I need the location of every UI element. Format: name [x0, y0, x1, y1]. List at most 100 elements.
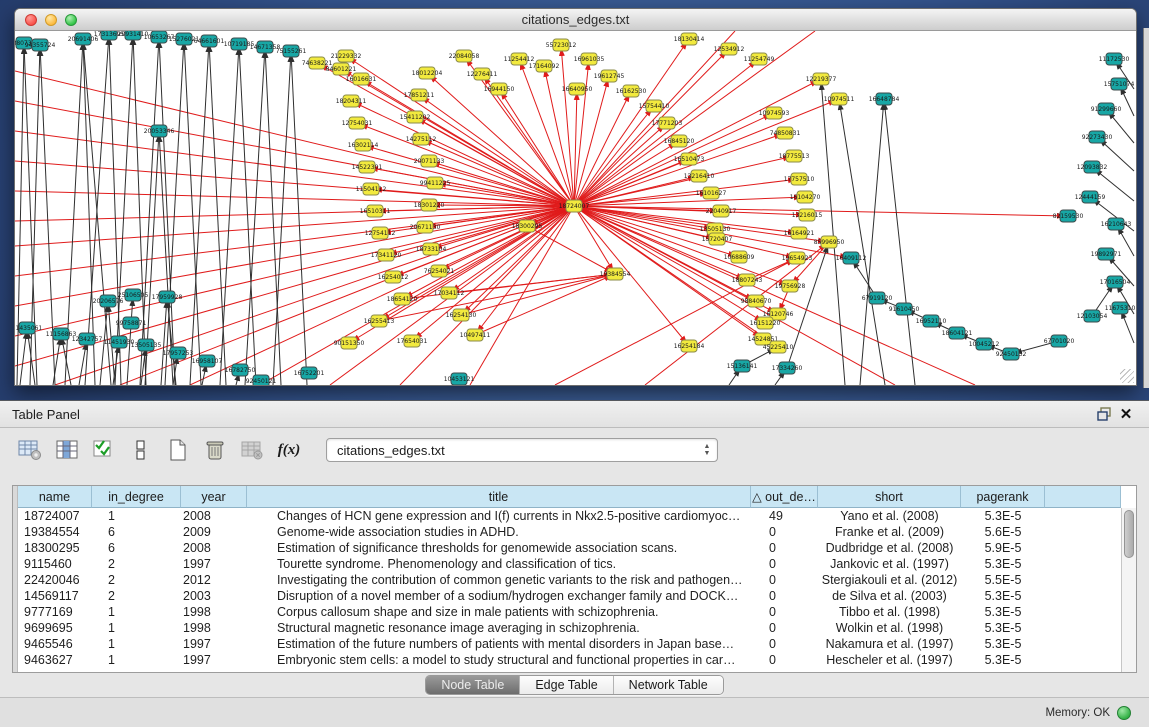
select-rows-icon[interactable] — [90, 436, 118, 464]
edge-red[interactable] — [574, 206, 895, 385]
graph-node[interactable]: 16164921 — [784, 227, 815, 239]
scrollbar-thumb[interactable] — [1124, 510, 1134, 558]
graph-node[interactable]: 17771203 — [652, 117, 683, 129]
graph-node[interactable]: 15751074 — [1104, 78, 1135, 90]
graph-node[interactable]: 20071133 — [414, 155, 445, 167]
show-columns-icon[interactable] — [53, 436, 81, 464]
edge-red[interactable] — [461, 274, 615, 315]
float-window-icon[interactable] — [1093, 405, 1115, 423]
table-row[interactable]: 969969511998Structural magnetic resonanc… — [18, 620, 1121, 636]
graph-node[interactable]: 16255413 — [364, 315, 395, 327]
edge-red[interactable] — [561, 45, 574, 206]
graph-node[interactable]: 12103054 — [1077, 310, 1108, 322]
graph-node[interactable]: 16302114 — [348, 139, 379, 151]
graph-node[interactable]: 90151350 — [334, 337, 365, 349]
graph-node[interactable]: 16162530 — [616, 85, 647, 97]
table-scrollbar[interactable] — [1121, 508, 1136, 672]
graph-node[interactable]: 16510311 — [360, 205, 391, 217]
edge-black[interactable] — [140, 37, 159, 385]
tab-network-table[interactable]: Network Table — [614, 676, 723, 694]
table-row[interactable]: 977716911998Corpus callosum shape and si… — [18, 604, 1121, 620]
graph-node[interactable]: 76254021 — [424, 265, 455, 277]
graph-node[interactable]: 16944150 — [484, 83, 515, 95]
graph-node[interactable]: 16101627 — [696, 187, 727, 199]
edge-black[interactable] — [860, 99, 884, 385]
column-header-3[interactable]: title — [247, 486, 751, 508]
graph-node[interactable]: 18654120 — [387, 293, 418, 305]
graph-node[interactable]: 12342757 — [72, 333, 103, 345]
close-icon[interactable]: ✕ — [1115, 405, 1137, 423]
edge-black[interactable] — [61, 334, 71, 385]
graph-node[interactable]: 17757510 — [784, 173, 815, 185]
graph-node[interactable]: 16958107 — [192, 355, 223, 367]
graph-node[interactable]: 17959928 — [152, 291, 183, 303]
edge-black[interactable] — [209, 41, 226, 385]
edge-black[interactable] — [839, 99, 885, 385]
edge-red[interactable] — [419, 95, 574, 206]
graph-node[interactable]: 12276411 — [467, 68, 498, 80]
graph-node[interactable]: 18130414 — [674, 33, 705, 45]
graph-node[interactable]: 22040917 — [706, 205, 737, 217]
graph-node[interactable]: 11172530 — [1099, 53, 1130, 65]
graph-node[interactable]: 10453121 — [444, 373, 475, 385]
graph-node[interactable]: 21229332 — [331, 50, 362, 62]
graph-node[interactable]: 19612745 — [594, 70, 625, 82]
graph-node[interactable]: 11675310 — [1105, 302, 1136, 314]
graph-node[interactable]: 17851211 — [404, 89, 435, 101]
column-header-4[interactable]: △ out_de… — [751, 486, 818, 508]
tab-node-table[interactable]: Node Table — [426, 676, 520, 694]
table-row[interactable]: 946362711997Embryonic stem cells: a mode… — [18, 652, 1121, 668]
edge-red[interactable] — [15, 131, 574, 206]
graph-node[interactable]: 19892971 — [1091, 248, 1122, 260]
network-canvas[interactable]: 1872400721229332160166311820431112754031… — [15, 31, 1136, 385]
graph-node[interactable]: 22084058 — [449, 50, 480, 62]
graph-node[interactable]: 91299660 — [1091, 103, 1122, 115]
column-header-2[interactable]: year — [181, 486, 247, 508]
resize-grip[interactable] — [1120, 369, 1134, 383]
graph-node[interactable]: 16640950 — [562, 83, 593, 95]
graph-node[interactable]: 13505135 — [131, 339, 162, 351]
graph-node[interactable]: 16845120 — [664, 135, 695, 147]
table-row[interactable]: 946554611997Estimation of the future num… — [18, 636, 1121, 652]
graph-node[interactable]: 85996950 — [814, 236, 845, 248]
table-row[interactable]: 1830029562008Estimation of significance … — [18, 540, 1121, 556]
graph-node[interactable]: 12219377 — [806, 73, 837, 85]
column-header-6[interactable]: pagerank — [961, 486, 1045, 508]
graph-node[interactable]: 75155261 — [276, 45, 307, 57]
graph-node[interactable]: 17016504 — [1100, 276, 1131, 288]
graph-node[interactable]: 16409112 — [836, 252, 867, 264]
graph-node[interactable]: 16961035 — [574, 53, 605, 65]
create-column-icon[interactable] — [164, 436, 192, 464]
graph-node[interactable]: 10688609 — [724, 251, 755, 263]
edge-black[interactable] — [265, 47, 281, 385]
graph-node[interactable]: 11435061 — [15, 322, 42, 334]
edge-red[interactable] — [574, 79, 821, 206]
tab-edge-table[interactable]: Edge Table — [520, 676, 613, 694]
graph-node[interactable]: 17334260 — [772, 362, 803, 374]
edge-red[interactable] — [15, 206, 574, 221]
row-height-icon[interactable] — [127, 436, 155, 464]
graph-node[interactable]: 15754410 — [639, 100, 670, 112]
edge-red[interactable] — [574, 123, 667, 206]
edge-black[interactable] — [159, 37, 175, 385]
graph-node[interactable]: 12093832 — [1077, 161, 1108, 173]
column-header-1[interactable]: in_degree — [92, 486, 181, 508]
graph-node[interactable]: 17341120 — [371, 249, 402, 261]
table-row[interactable]: 2242004622012Investigating the contribut… — [18, 572, 1121, 588]
table-mode-icon[interactable] — [16, 436, 44, 464]
delete-columns-icon[interactable] — [201, 436, 229, 464]
table-row[interactable]: 1938455462009Genome-wide association stu… — [18, 524, 1121, 540]
graph-node[interactable]: 92273430 — [1082, 131, 1113, 143]
edge-red[interactable] — [429, 161, 574, 206]
graph-node[interactable]: 18775513 — [779, 150, 810, 162]
edge-black[interactable] — [20, 328, 27, 385]
table-row[interactable]: 1872400712008Changes of HCN gene express… — [18, 508, 1121, 524]
graph-node[interactable]: 17654031 — [397, 335, 428, 347]
graph-node[interactable]: 55723012 — [546, 39, 577, 51]
table-row[interactable]: 1456911722003Disruption of a novel membe… — [18, 588, 1121, 604]
delete-table-icon[interactable] — [238, 436, 266, 464]
graph-node[interactable]: 16752201 — [294, 367, 325, 379]
edge-black[interactable] — [884, 99, 915, 385]
edge-red[interactable] — [357, 123, 574, 206]
edge-black[interactable] — [220, 44, 239, 385]
